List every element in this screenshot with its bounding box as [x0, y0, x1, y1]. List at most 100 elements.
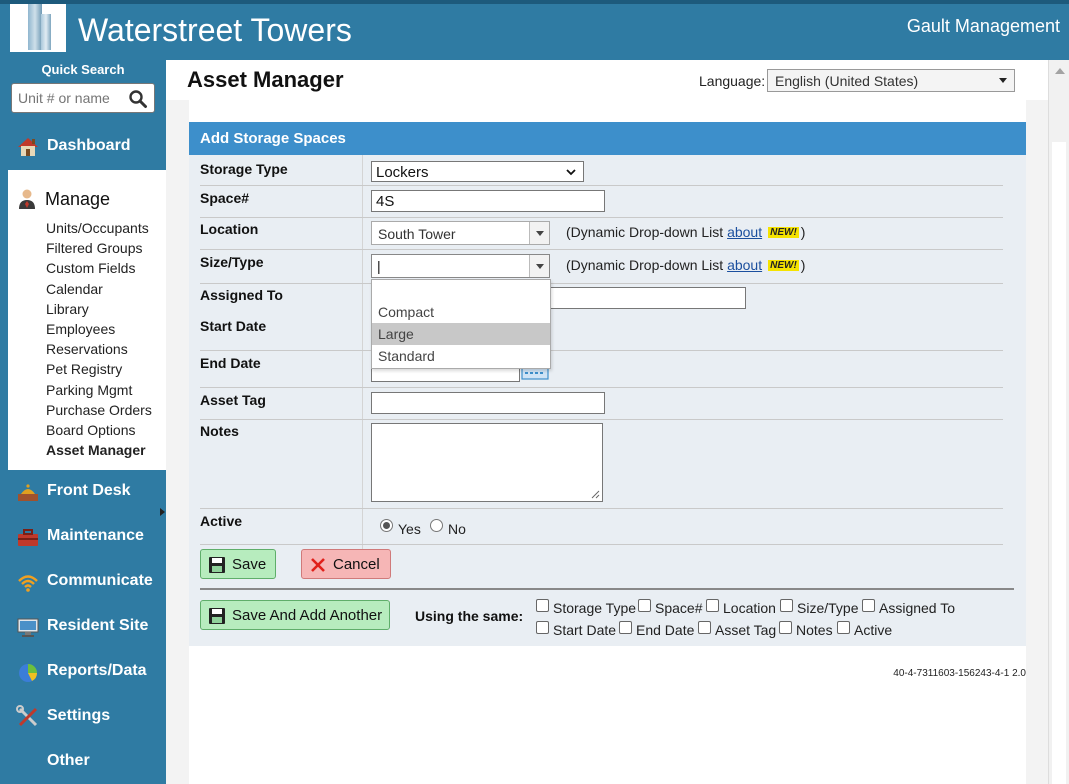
same-storage-type-label: Storage Type: [553, 600, 637, 616]
monitor-icon: [17, 618, 39, 637]
save-button[interactable]: Save: [200, 549, 276, 579]
location-dropdown-button[interactable]: [529, 222, 549, 244]
asset-tag-label: Asset Tag: [200, 392, 266, 408]
size-type-cursor: |: [377, 258, 381, 274]
size-type-dropdown-button[interactable]: [529, 255, 549, 277]
storage-type-select[interactable]: Lockers: [371, 161, 584, 182]
active-yes-radio[interactable]: [380, 519, 393, 532]
chevron-down-icon: [566, 169, 576, 176]
nav-front-desk-label: Front Desk: [47, 482, 131, 499]
house-icon: [18, 138, 38, 156]
management-name: Gault Management: [906, 16, 1060, 36]
active-no-radio[interactable]: [430, 519, 443, 532]
same-active-checkbox[interactable]: [837, 621, 850, 634]
language-select[interactable]: English (United States): [767, 69, 1015, 92]
end-date-label: End Date: [200, 355, 261, 371]
submenu-calendar[interactable]: Calendar: [46, 281, 152, 301]
form-header: Add Storage Spaces: [189, 122, 1026, 155]
search-icon[interactable]: [128, 89, 148, 109]
same-location-label: Location: [723, 600, 776, 616]
cancel-label: Cancel: [333, 556, 380, 573]
nav-other[interactable]: Other: [0, 742, 166, 782]
chevron-down-icon: [999, 78, 1007, 83]
same-asset-tag-checkbox[interactable]: [698, 621, 711, 634]
save-add-another-label: Save And Add Another: [232, 607, 383, 624]
same-location-checkbox[interactable]: [706, 599, 719, 612]
submenu-reservations[interactable]: Reservations: [46, 341, 152, 361]
same-assigned-to-checkbox[interactable]: [862, 599, 875, 612]
notes-label: Notes: [200, 423, 239, 439]
asset-tag-input[interactable]: [371, 392, 605, 414]
quick-search-label: Quick Search: [41, 62, 125, 77]
desk-bell-icon: [18, 484, 38, 501]
nav-other-label: Other: [47, 752, 90, 769]
top-header: Waterstreet Towers Gault Management: [0, 0, 1069, 60]
submenu-units-occupants[interactable]: Units/Occupants: [46, 220, 152, 240]
submenu-asset-manager[interactable]: Asset Manager: [46, 442, 152, 462]
location-value: South Tower: [378, 226, 456, 242]
wifi-icon: [18, 575, 38, 592]
save-add-another-button[interactable]: Save And Add Another: [200, 600, 390, 630]
nav-dashboard[interactable]: Dashboard: [0, 127, 166, 167]
submenu-board-options[interactable]: Board Options: [46, 422, 152, 442]
nav-maintenance[interactable]: Maintenance: [0, 517, 166, 557]
scroll-up-icon[interactable]: [1055, 68, 1065, 74]
submenu-purchase-orders[interactable]: Purchase Orders: [46, 402, 152, 422]
nav-front-desk[interactable]: Front Desk: [0, 472, 166, 512]
quick-search-input[interactable]: [18, 88, 128, 108]
submenu-library[interactable]: Library: [46, 301, 152, 321]
nav-resident-site-label: Resident Site: [47, 617, 149, 634]
same-start-date-checkbox[interactable]: [536, 621, 549, 634]
active-label: Active: [200, 513, 243, 529]
cancel-button[interactable]: Cancel: [301, 549, 391, 579]
nav-settings-label: Settings: [47, 707, 111, 724]
scroll-thumb[interactable]: [1052, 142, 1066, 784]
size-option-compact[interactable]: Compact: [372, 301, 550, 323]
resize-grip-icon[interactable]: [590, 489, 600, 499]
location-label: Location: [200, 221, 259, 237]
size-type-combo[interactable]: |: [371, 254, 550, 278]
notes-textarea[interactable]: [371, 423, 603, 502]
same-size-type-label: Size/Type: [797, 600, 859, 616]
page-scrollbar[interactable]: [1048, 60, 1069, 784]
nav-manage[interactable]: Manage: [8, 184, 166, 214]
size-type-about-link[interactable]: about: [727, 257, 762, 273]
tools-icon: [16, 705, 38, 727]
toolbox-icon: [18, 529, 38, 546]
floppy-disk-icon: [209, 608, 225, 624]
storage-type-label: Storage Type: [200, 161, 288, 177]
submenu-custom-fields[interactable]: Custom Fields: [46, 260, 152, 280]
same-size-type-checkbox[interactable]: [780, 599, 793, 612]
same-space-checkbox[interactable]: [638, 599, 651, 612]
save-label: Save: [232, 556, 267, 573]
same-end-date-checkbox[interactable]: [619, 621, 632, 634]
nav-maintenance-label: Maintenance: [47, 527, 144, 544]
pie-chart-icon: [19, 664, 37, 682]
same-notes-checkbox[interactable]: [779, 621, 792, 634]
submenu-filtered-groups[interactable]: Filtered Groups: [46, 240, 152, 260]
size-option-empty[interactable]: [372, 280, 550, 302]
size-option-large[interactable]: Large: [372, 323, 550, 345]
close-icon: [311, 558, 325, 572]
location-about-link[interactable]: about: [727, 224, 762, 240]
submenu-parking-mgmt[interactable]: Parking Mgmt: [46, 382, 152, 402]
same-notes-label: Notes: [796, 622, 833, 638]
language-label: Language:: [699, 73, 766, 89]
manage-submenu: Units/Occupants Filtered Groups Custom F…: [46, 220, 152, 462]
nav-resident-site[interactable]: Resident Site: [0, 607, 166, 647]
nav-reports-data[interactable]: Reports/Data: [0, 652, 166, 692]
submenu-pet-registry[interactable]: Pet Registry: [46, 361, 152, 381]
size-type-dropdown-list: Compact Large Standard: [371, 279, 551, 369]
site-title: Waterstreet Towers: [78, 12, 352, 48]
same-active-label: Active: [854, 622, 893, 638]
assigned-to-input[interactable]: [550, 287, 746, 309]
space-label: Space#: [200, 190, 250, 206]
same-storage-type-checkbox[interactable]: [536, 599, 549, 612]
nav-settings[interactable]: Settings: [0, 697, 166, 737]
location-combo[interactable]: South Tower: [371, 221, 550, 245]
submenu-employees[interactable]: Employees: [46, 321, 152, 341]
nav-communicate[interactable]: Communicate: [0, 562, 166, 602]
size-option-standard[interactable]: Standard: [372, 345, 550, 367]
nav-communicate-label: Communicate: [47, 572, 153, 589]
space-input[interactable]: 4S: [371, 190, 605, 212]
